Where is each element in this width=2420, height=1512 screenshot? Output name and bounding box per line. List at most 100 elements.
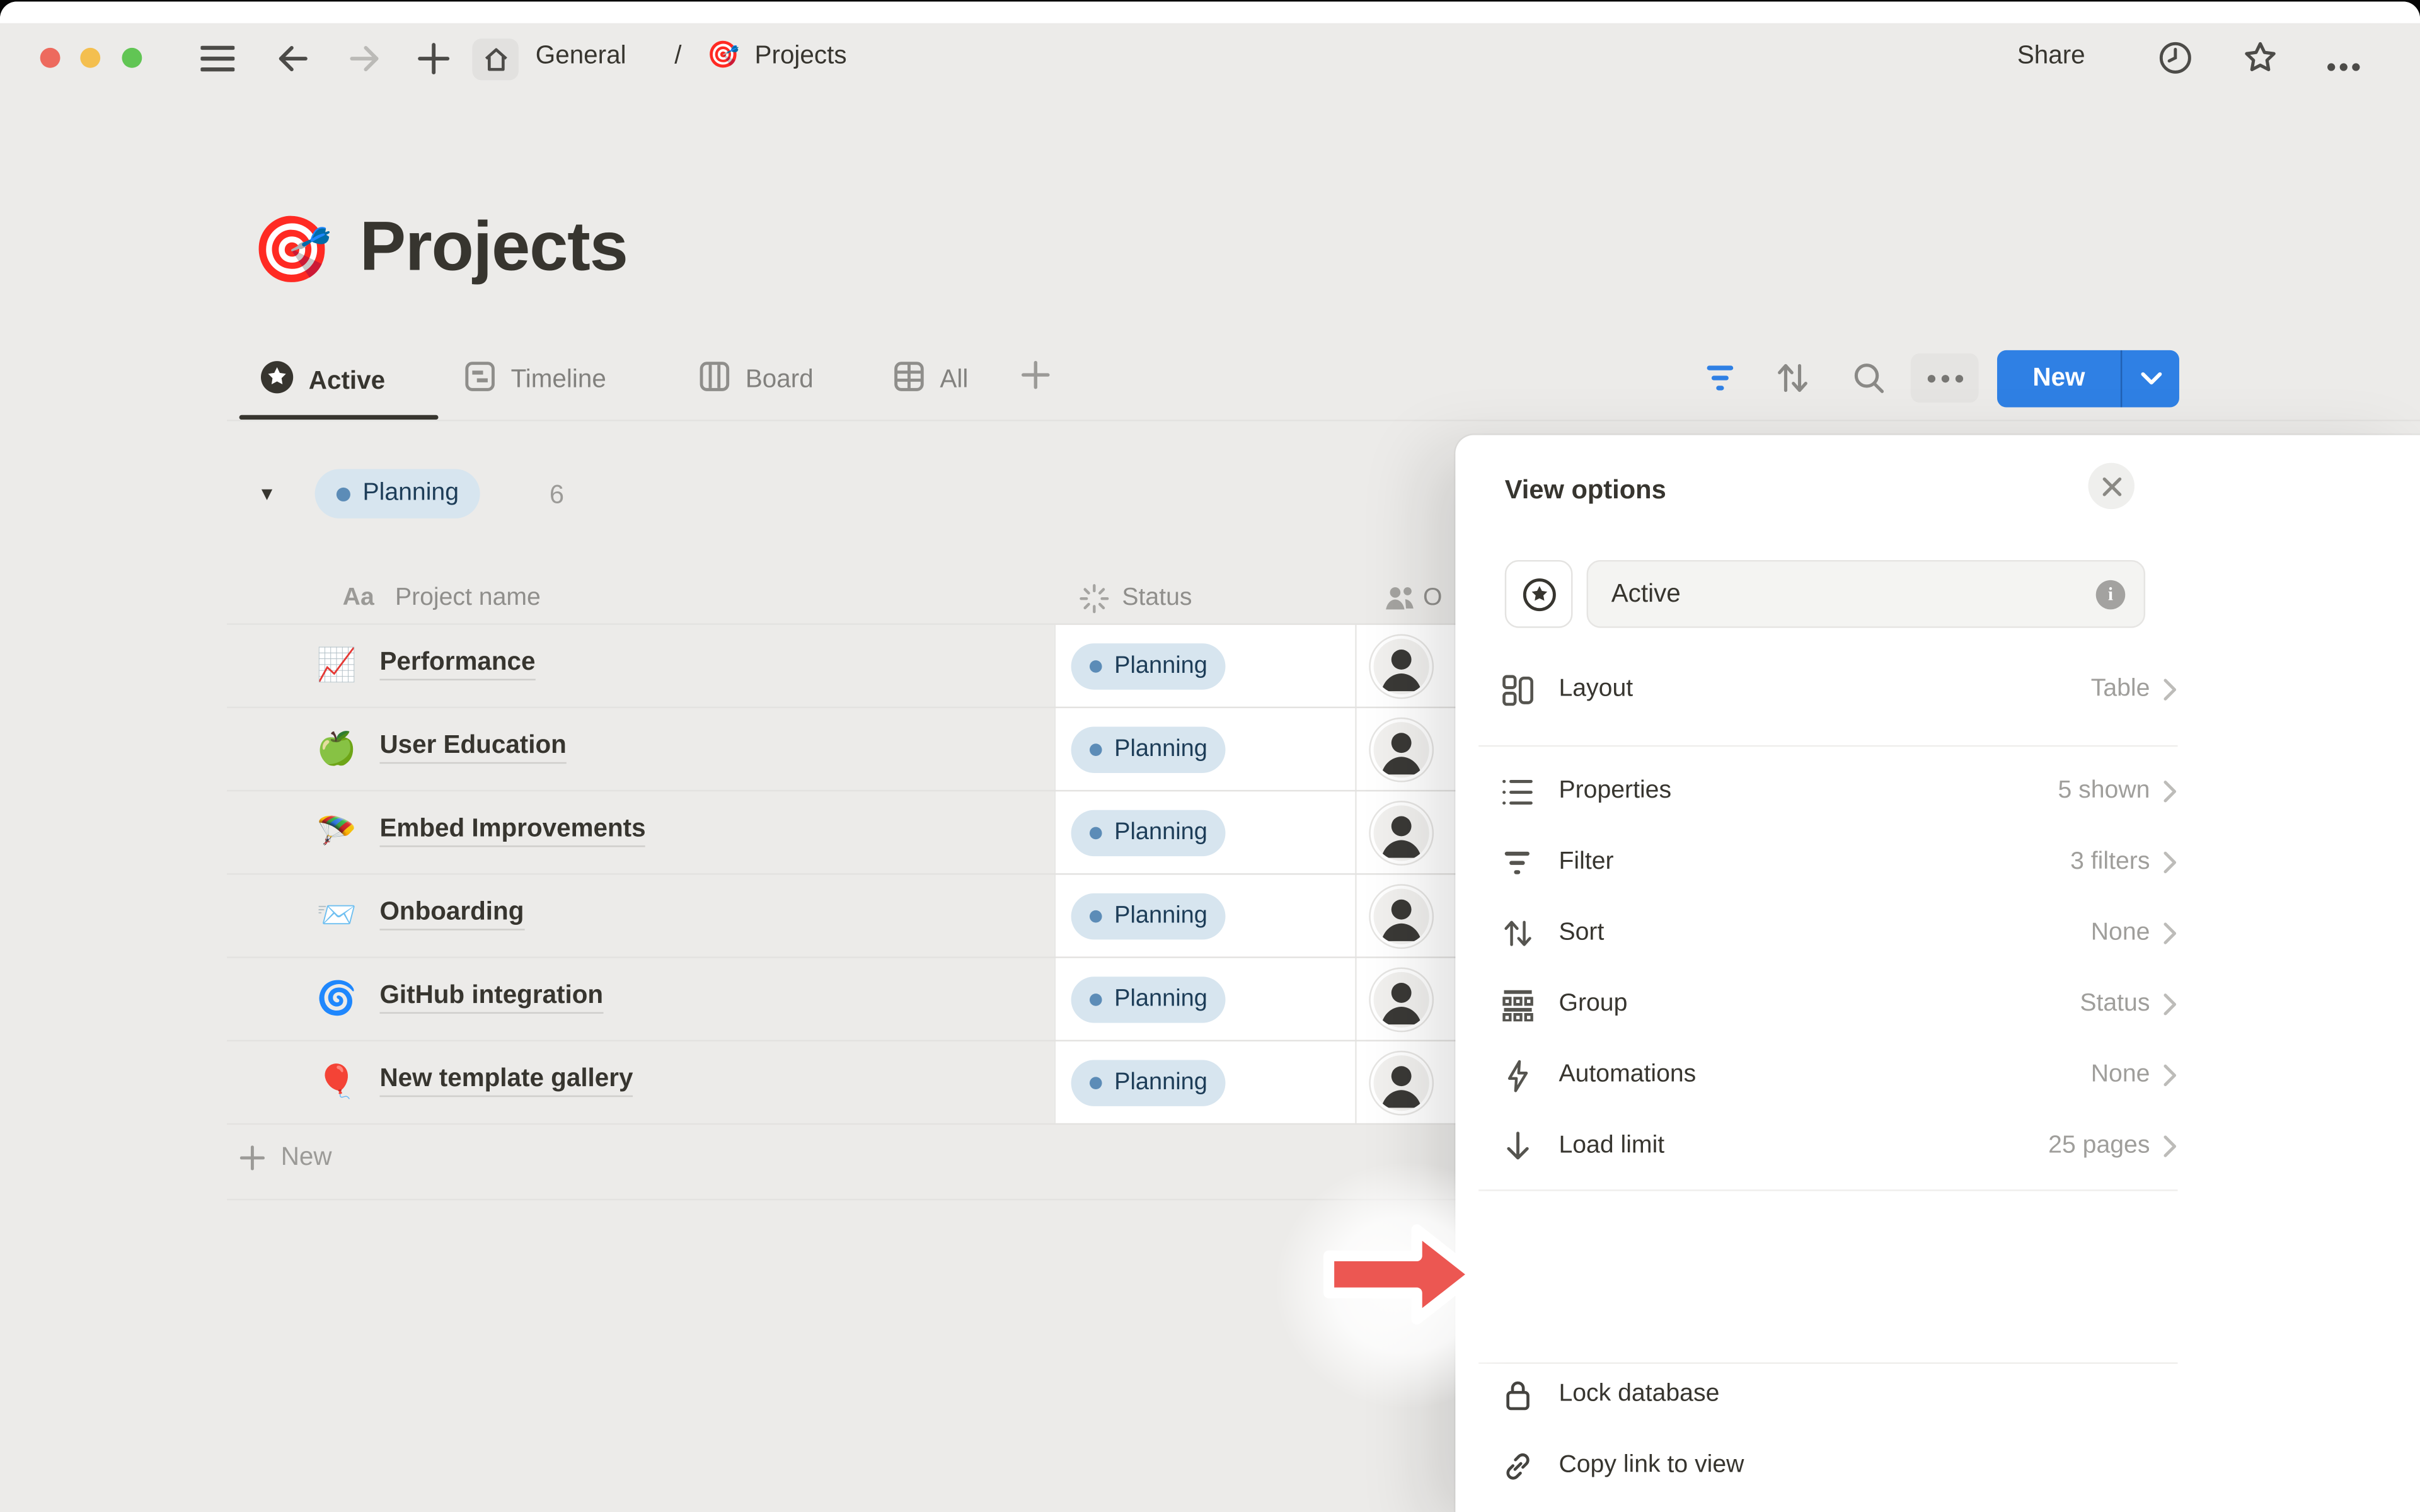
owner-avatar[interactable] [1374,889,1429,944]
chevron-right-icon [2162,1063,2177,1087]
tab-board[interactable]: Board [698,360,814,401]
sort-arrows-icon [1500,918,1534,949]
row-page-icon: 📈 [316,650,357,682]
row-page-link[interactable]: GitHub integration [379,982,603,1014]
view-icon-button[interactable] [1505,560,1573,628]
table-view-icon [892,360,926,401]
table-row[interactable]: 📈 Performance Planning [0,625,1482,708]
owner-avatar[interactable] [1374,722,1429,777]
favorite-star-icon[interactable] [2241,38,2279,84]
table-row[interactable]: 📨 Onboarding Planning [0,875,1482,958]
group-status-badge[interactable]: Planning [315,469,481,518]
view-name-input[interactable]: Active i [1587,560,2146,628]
new-page-icon[interactable] [417,42,451,83]
menu-item-automations[interactable]: Automations None [1478,1040,2177,1111]
table-row[interactable]: 🪂 Embed Improvements Planning [0,791,1482,874]
history-clock-icon[interactable] [2158,40,2193,84]
search-icon[interactable] [1852,361,1886,403]
minimize-window-button[interactable] [81,48,101,68]
new-dropdown-button[interactable] [2122,350,2179,408]
status-label: Planning [1114,819,1207,847]
tab-label: Timeline [511,365,606,395]
column-header-project-name[interactable]: Project name [395,585,541,612]
menu-label: Sort [1559,920,2090,948]
sidebar-menu-icon[interactable] [200,45,234,80]
link-icon [1500,1450,1534,1482]
chevron-right-icon [2162,921,2177,946]
home-icon[interactable] [472,38,518,80]
owner-avatar[interactable] [1374,805,1429,861]
owner-avatar[interactable] [1374,639,1429,694]
menu-item-load-limit[interactable]: Load limit 25 pages [1478,1111,2177,1182]
table-row[interactable]: 🍏 User Education Planning [0,708,1482,791]
breadcrumb-page-icon: 🎯 [707,40,740,71]
row-page-icon: 📨 [316,900,357,932]
back-icon[interactable] [276,42,310,83]
window-top-strip [0,1,2420,23]
row-page-link[interactable]: User Education [379,731,566,764]
add-view-icon[interactable] [1018,358,1052,399]
chevron-right-icon [2162,1134,2177,1159]
status-badge[interactable]: Planning [1071,1060,1226,1106]
row-page-icon: 🍏 [316,733,357,765]
table-row[interactable]: 🌀 GitHub integration Planning [0,958,1482,1041]
menu-value: None [2091,1062,2150,1089]
panel-divider [1478,1189,2177,1191]
page-icon: 🎯 [251,217,332,282]
row-page-link[interactable]: New template gallery [379,1065,633,1097]
tab-timeline[interactable]: Timeline [463,360,606,401]
tutorial-arrow [1321,1217,1487,1339]
breadcrumb-page[interactable]: Projects [755,42,847,71]
status-badge[interactable]: Planning [1071,726,1226,772]
close-icon[interactable] [2088,463,2134,509]
forward-icon[interactable] [347,42,381,83]
group-collapse-triangle-icon[interactable]: ▼ [258,483,276,505]
zoom-window-button[interactable] [122,48,142,68]
menu-item-properties[interactable]: Properties 5 shown [1478,756,2177,827]
menu-item-filter[interactable]: Filter 3 filters [1478,827,2177,898]
close-window-button[interactable] [40,48,60,68]
status-badge[interactable]: Planning [1071,893,1226,939]
table-new-row-button[interactable]: New [239,1143,332,1173]
sort-icon[interactable] [1775,361,1810,403]
status-badge[interactable]: Planning [1071,643,1226,689]
owner-avatar[interactable] [1374,972,1429,1028]
status-dot [1090,910,1102,923]
active-view-icon [1521,576,1556,612]
row-page-link[interactable]: Onboarding [379,898,524,930]
row-page-link[interactable]: Embed Improvements [379,815,645,847]
column-header-owner[interactable]: O [1423,585,1451,612]
status-property-icon [1079,583,1110,622]
menu-label: Properties [1559,777,2058,805]
text-property-icon: Aa [343,585,374,612]
breadcrumb-workspace[interactable]: General [536,42,626,71]
info-icon[interactable]: i [2096,580,2126,609]
filter-icon[interactable] [1704,364,1736,399]
status-dot [1090,660,1102,673]
view-settings-ellipsis-button[interactable] [1911,353,1979,403]
row-page-link[interactable]: Performance [379,648,535,680]
menu-item-copy-link[interactable]: Copy link to view [1478,1430,2177,1501]
more-options-icon[interactable] [2323,51,2360,79]
menu-value: 3 filters [2070,849,2150,876]
share-button[interactable]: Share [2017,42,2085,71]
status-dot [1090,827,1102,840]
menu-value: Table [2091,676,2150,704]
menu-label: Load limit [1559,1133,2048,1160]
active-tab-underline [239,415,439,420]
column-header-status[interactable]: Status [1122,585,1192,612]
menu-value: 25 pages [2048,1133,2150,1160]
owner-avatar[interactable] [1374,1055,1429,1111]
status-badge[interactable]: Planning [1071,810,1226,856]
new-button[interactable]: New [1997,350,2121,408]
table-row[interactable]: 🎈 New template gallery Planning [0,1041,1482,1125]
tab-active[interactable]: Active [259,360,385,403]
menu-item-group[interactable]: Group Status [1478,969,2177,1040]
menu-item-lock-database[interactable]: Lock database [1478,1360,2177,1431]
tabs-divider [227,420,2420,421]
menu-item-sort[interactable]: Sort None [1478,898,2177,969]
menu-item-layout[interactable]: Layout Table [1478,654,2177,725]
view-name-value: Active [1611,580,2096,609]
status-badge[interactable]: Planning [1071,976,1226,1022]
tab-all[interactable]: All [892,360,969,401]
